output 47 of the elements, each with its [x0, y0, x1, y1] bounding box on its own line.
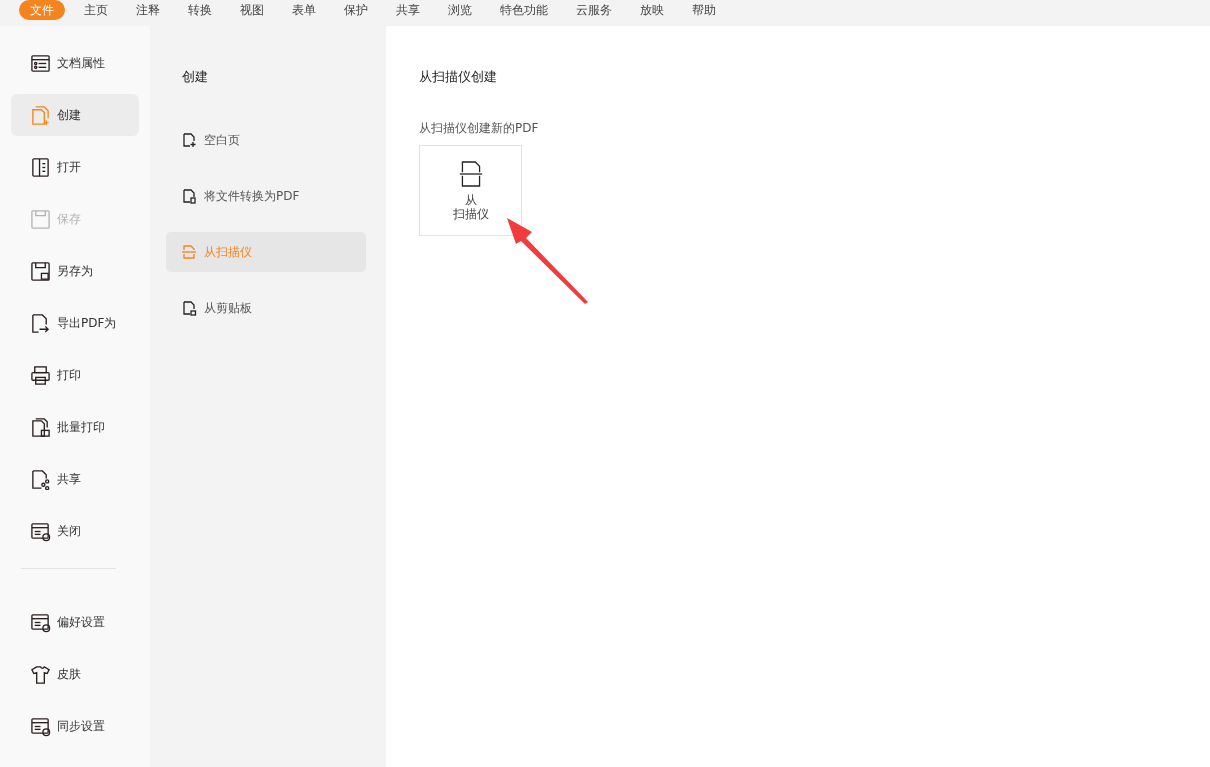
menu-tab[interactable]: 共享: [383, 0, 433, 20]
menu-tab[interactable]: 视图: [227, 0, 277, 20]
section-title: 从扫描仪创建: [419, 68, 497, 86]
printer-icon: [30, 416, 51, 438]
sidebar-item[interactable]: 文档属性: [11, 42, 139, 84]
menu-tab[interactable]: 主页: [71, 0, 121, 20]
menu-tab[interactable]: 浏览: [435, 0, 485, 20]
shirt-icon: [30, 663, 51, 685]
menu-tab[interactable]: 转换: [175, 0, 225, 20]
sidebar-item[interactable]: 批量打印: [11, 406, 139, 448]
menu-tab[interactable]: 注释: [123, 0, 173, 20]
printer-icon: [30, 364, 51, 386]
menu-tab[interactable]: 放映: [627, 0, 677, 20]
document-icon: [181, 188, 197, 204]
document-icon: [181, 132, 197, 148]
export-icon: [30, 312, 51, 334]
sidebar-item[interactable]: 打开: [11, 146, 139, 188]
menu-tab[interactable]: 表单: [279, 0, 329, 20]
sidebar-item[interactable]: 共享: [11, 458, 139, 500]
menu-tab[interactable]: 帮助: [679, 0, 729, 20]
sidebar-item[interactable]: 导出PDF为: [11, 302, 139, 344]
menu-tab[interactable]: 保护: [331, 0, 381, 20]
panel-heading: 创建: [181, 68, 209, 86]
book-icon: [30, 156, 51, 178]
list-icon: [30, 52, 51, 74]
create-option[interactable]: 空白页: [166, 120, 366, 160]
sidebar-item[interactable]: 打印: [11, 354, 139, 396]
sidebar-item[interactable]: 另存为: [11, 250, 139, 292]
menu-tab[interactable]: 云服务: [563, 0, 625, 20]
scanner-icon: [458, 160, 483, 188]
menu-tab[interactable]: 特色功能: [487, 0, 561, 20]
create-option[interactable]: 将文件转换为PDF: [166, 176, 366, 216]
section-subtitle: 从扫描仪创建新的PDF: [419, 120, 539, 137]
close-document-icon: [30, 520, 51, 542]
create-option[interactable]: 从剪贴板: [166, 288, 366, 328]
share-icon: [30, 468, 51, 490]
scanner-icon: [181, 244, 197, 260]
sidebar-item[interactable]: 同步设置: [11, 705, 139, 747]
new-document-icon: [30, 104, 51, 126]
sidebar-item[interactable]: 偏好设置: [11, 601, 139, 643]
settings-icon: [30, 611, 51, 633]
scanner-button[interactable]: 从 扫描仪: [419, 145, 522, 236]
document-icon: [181, 300, 197, 316]
settings-icon: [30, 715, 51, 737]
sidebar-item[interactable]: 创建: [11, 94, 139, 136]
sidebar-item[interactable]: 关闭: [11, 510, 139, 552]
sidebar-item[interactable]: 皮肤: [11, 653, 139, 695]
